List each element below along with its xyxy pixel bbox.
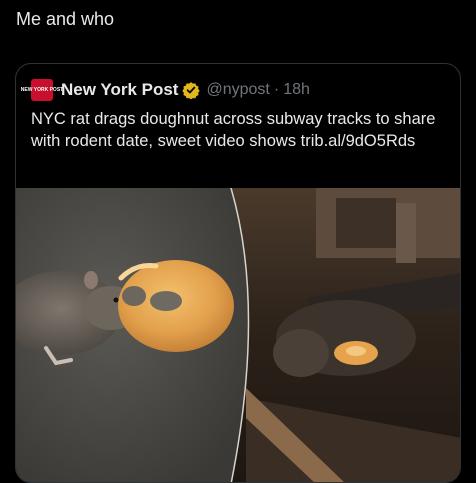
- quoted-tweet-header: NEW YORK POST New York Post @nypost · 18…: [21, 76, 310, 104]
- verified-badge-icon: [182, 81, 201, 99]
- quoted-tweet-card[interactable]: NEW YORK POST New York Post @nypost · 18…: [15, 63, 461, 483]
- rat-doughnut-photo: [16, 188, 460, 482]
- author-name[interactable]: New York Post: [61, 80, 178, 100]
- tweet-text: Me and who: [16, 9, 115, 29]
- tweet-media-image[interactable]: [16, 188, 460, 482]
- timestamp[interactable]: 18h: [283, 81, 310, 99]
- author-handle[interactable]: @nypost: [206, 81, 269, 99]
- avatar[interactable]: NEW YORK POST: [21, 79, 63, 101]
- quoted-tweet-text: NYC rat drags doughnut across subway tra…: [31, 110, 436, 150]
- separator-dot: ·: [273, 81, 280, 98]
